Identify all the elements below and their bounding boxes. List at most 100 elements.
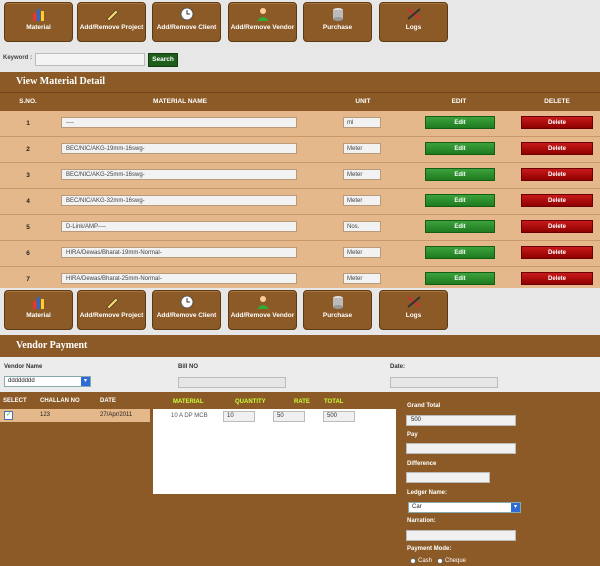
nav-logs-button[interactable]: Logs xyxy=(379,2,448,42)
payment-mode-label: Payment Mode: xyxy=(407,546,452,552)
nav-add-remove-vendor-button[interactable]: Add/Remove Vendor xyxy=(228,2,297,42)
material-name-input[interactable]: BEC/NIC/AKG-25mm-16swg- xyxy=(61,169,297,180)
challan-header: SELECT CHALLAN NO DATE xyxy=(0,394,150,409)
col-material-name: MATERIAL NAME xyxy=(153,98,207,105)
delete-button[interactable]: Delete xyxy=(521,116,593,129)
nav-logs-button[interactable]: Logs xyxy=(379,290,448,330)
nav-label: Logs xyxy=(405,312,422,319)
unit-input[interactable]: Meter xyxy=(343,169,381,180)
quantity-input[interactable]: 10 xyxy=(223,411,255,422)
material-name-input[interactable]: BEC/NIC/AKG-19mm-16swg- xyxy=(61,143,297,154)
nav-material-button[interactable]: Material xyxy=(4,290,73,330)
keyword-label: Keyword : xyxy=(3,55,33,61)
panel-title: Vendor Payment xyxy=(16,340,88,351)
bill-no-input[interactable] xyxy=(178,377,286,388)
table-row[interactable]: ✓ 123 27/Apr/2011 xyxy=(0,409,150,422)
nav-label: Add/Remove Project xyxy=(79,24,144,31)
top-nav: Material Add/Remove Project Add/Remove C… xyxy=(0,0,600,46)
user-icon xyxy=(256,296,269,309)
table-row: 1 ---- ml Edit Delete xyxy=(0,111,600,137)
edit-button[interactable]: Edit xyxy=(425,246,495,259)
narration-label: Narration: xyxy=(407,518,436,524)
date-input[interactable] xyxy=(390,377,498,388)
cheque-radio[interactable] xyxy=(437,558,443,564)
narration-input[interactable] xyxy=(406,530,516,541)
edit-button[interactable]: Edit xyxy=(425,220,495,233)
nav-label: Material xyxy=(26,24,51,31)
col-select: SELECT xyxy=(3,398,27,404)
delete-button[interactable]: Delete xyxy=(521,220,593,233)
clock-icon xyxy=(180,295,193,309)
cheque-label: Cheque xyxy=(445,558,467,564)
edit-button[interactable]: Edit xyxy=(425,142,495,155)
nav-purchase-button[interactable]: Purchase xyxy=(303,2,372,42)
rate-input[interactable]: 50 xyxy=(273,411,305,422)
delete-button[interactable]: Delete xyxy=(521,168,593,181)
chevron-down-icon: ▾ xyxy=(81,377,90,386)
unit-input[interactable]: Meter xyxy=(343,195,381,206)
col-unit: UNIT xyxy=(355,98,371,105)
tools-icon xyxy=(406,296,421,308)
edit-button[interactable]: Edit xyxy=(425,168,495,181)
table-row: 6 HIRA/Dewas/Bharat-19mm-Normal- Meter Edit… xyxy=(0,241,600,267)
nav-add-remove-client-button[interactable]: Add/Remove Client xyxy=(152,290,221,330)
unit-input[interactable]: Meter xyxy=(343,247,381,258)
search-bar: Keyword : Search xyxy=(0,50,600,68)
ledger-name-value: Car xyxy=(412,504,422,510)
sno-cell: 6 xyxy=(26,250,30,257)
table-row: 3 BEC/NIC/AKG-25mm-16swg- Meter Edit Delete xyxy=(0,163,600,189)
delete-button[interactable]: Delete xyxy=(521,142,593,155)
table-header: S.NO. MATERIAL NAME UNIT EDIT DELETE xyxy=(0,92,600,111)
nav-add-remove-project-button[interactable]: Add/Remove Project xyxy=(77,2,146,42)
keyword-input[interactable] xyxy=(35,53,145,66)
col-delete: DELETE xyxy=(544,98,570,105)
material-name-input[interactable]: HIRA/Dewas/Bharat-25mm-Normal- xyxy=(61,273,297,284)
bar-chart-icon xyxy=(32,9,44,21)
nav-label: Purchase xyxy=(322,24,353,31)
database-icon xyxy=(332,8,343,21)
delete-button[interactable]: Delete xyxy=(521,272,593,285)
challan-no-cell: 123 xyxy=(40,412,51,418)
col-total: TOTAL xyxy=(324,399,344,405)
col-rate: RATE xyxy=(294,399,310,405)
unit-input[interactable]: Meter xyxy=(343,143,381,154)
nav-add-remove-client-button[interactable]: Add/Remove Client xyxy=(152,2,221,42)
cash-label: Cash xyxy=(418,558,433,564)
cash-radio[interactable] xyxy=(410,558,416,564)
nav-add-remove-vendor-button[interactable]: Add/Remove Vendor xyxy=(228,290,297,330)
pay-input[interactable] xyxy=(406,443,516,454)
vendor-name-select[interactable]: dddddddd ▾ xyxy=(4,376,91,387)
table-row: 2 BEC/NIC/AKG-19mm-16swg- Meter Edit Delete xyxy=(0,137,600,163)
total-input[interactable]: 500 xyxy=(323,411,355,422)
unit-input[interactable]: ml xyxy=(343,117,381,128)
material-name-input[interactable]: ---- xyxy=(61,117,297,128)
nav-label: Add/Remove Client xyxy=(156,312,217,319)
material-items-header: MATERIAL QUANTITY RATE TOTAL xyxy=(153,394,396,409)
tools-icon xyxy=(406,8,421,20)
unit-input[interactable]: Meter xyxy=(343,273,381,284)
ledger-name-select[interactable]: Car ▾ xyxy=(408,502,521,513)
material-name-input[interactable]: BEC/NIC/AKG-32mm-16swg- xyxy=(61,195,297,206)
sno-cell: 4 xyxy=(26,198,30,205)
nav-material-button[interactable]: Material xyxy=(4,2,73,42)
grand-total-input[interactable]: 500 xyxy=(406,415,516,426)
nav-label: Add/Remove Client xyxy=(156,24,217,31)
col-challan-no: CHALLAN NO xyxy=(40,398,80,404)
col-quantity: QUANTITY xyxy=(235,399,266,405)
clock-icon xyxy=(180,7,193,21)
select-checkbox[interactable]: ✓ xyxy=(4,411,13,420)
material-name-input[interactable]: HIRA/Dewas/Bharat-19mm-Normal- xyxy=(61,247,297,258)
edit-button[interactable]: Edit xyxy=(425,272,495,285)
unit-input[interactable]: Nos. xyxy=(343,221,381,232)
difference-input[interactable] xyxy=(406,472,490,483)
delete-button[interactable]: Delete xyxy=(521,194,593,207)
date-cell: 27/Apr/2011 xyxy=(100,412,133,418)
search-button[interactable]: Search xyxy=(148,53,178,67)
material-name-input[interactable]: D-Link/AMP---- xyxy=(61,221,297,232)
nav-add-remove-project-button[interactable]: Add/Remove Project xyxy=(77,290,146,330)
pencil-icon xyxy=(106,297,118,309)
edit-button[interactable]: Edit xyxy=(425,194,495,207)
nav-purchase-button[interactable]: Purchase xyxy=(303,290,372,330)
edit-button[interactable]: Edit xyxy=(425,116,495,129)
delete-button[interactable]: Delete xyxy=(521,246,593,259)
